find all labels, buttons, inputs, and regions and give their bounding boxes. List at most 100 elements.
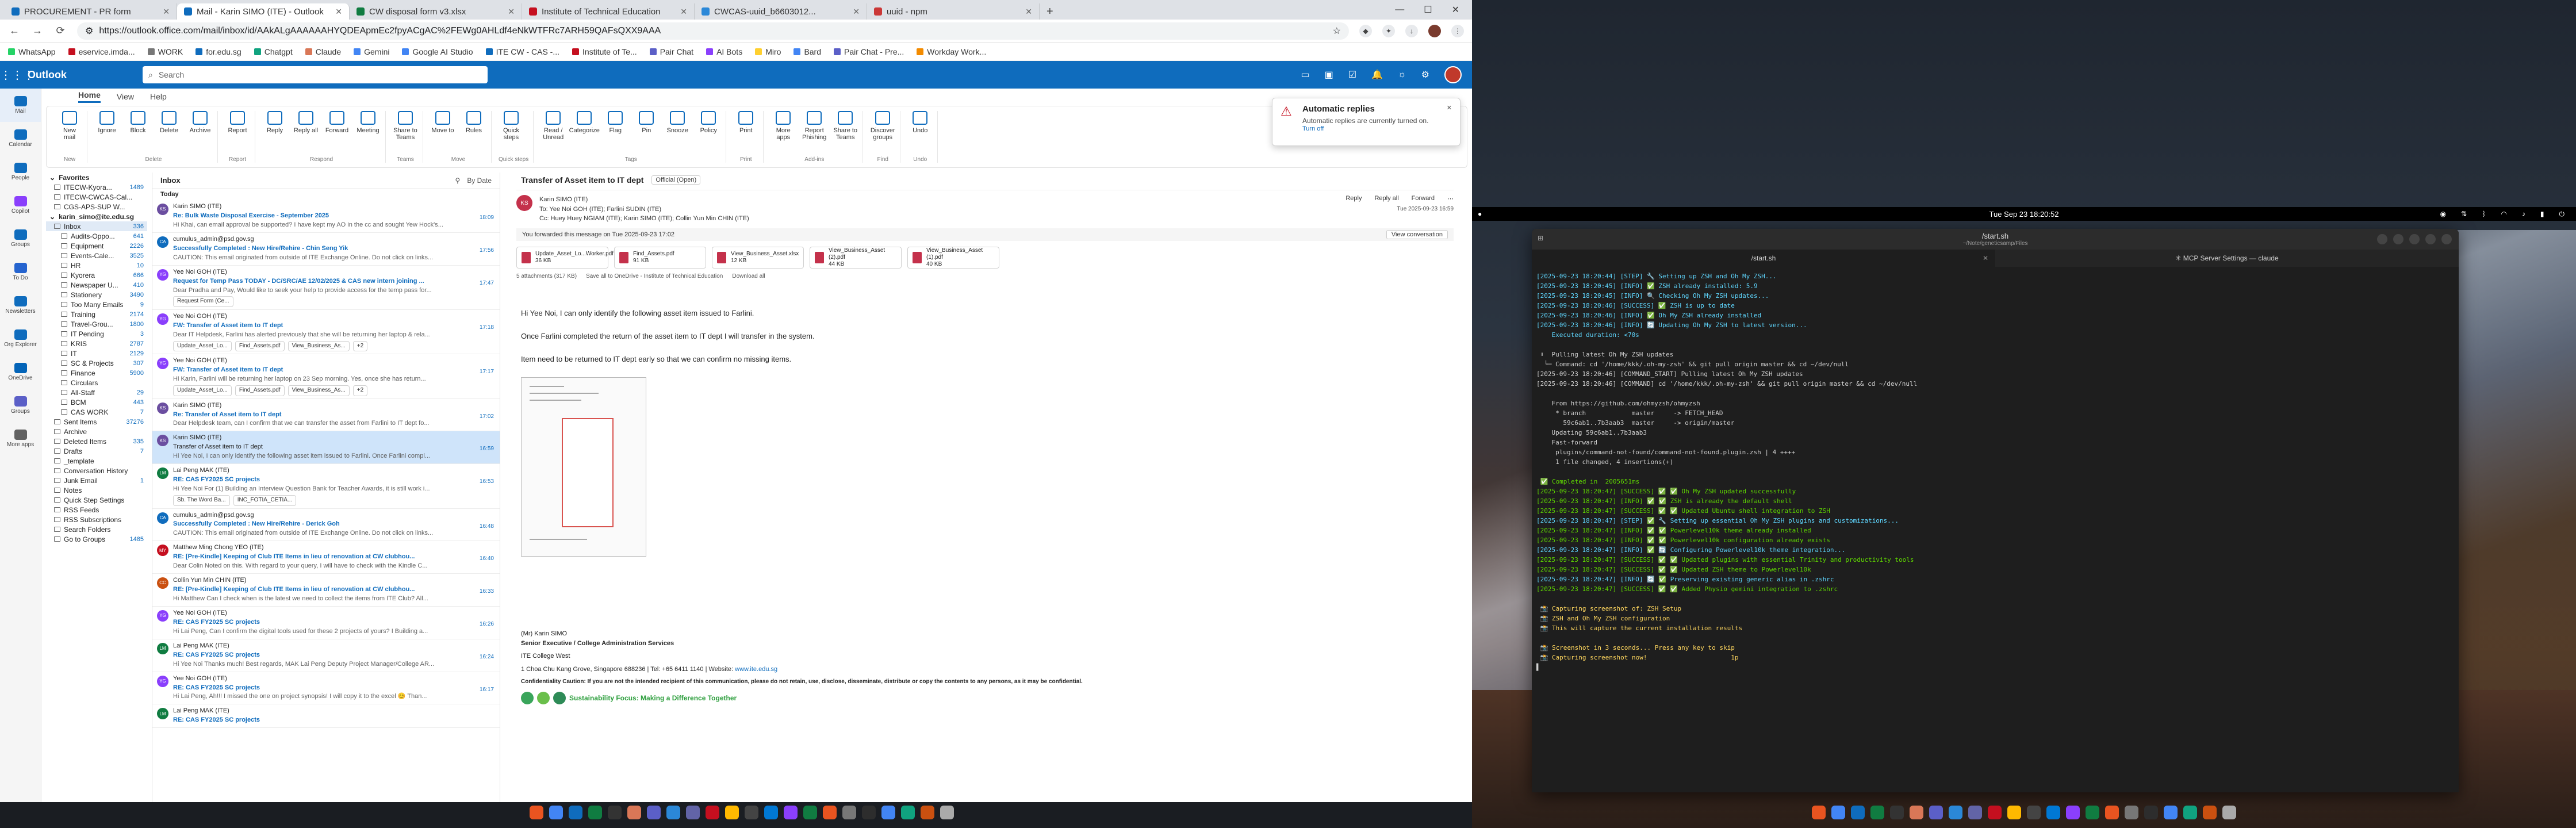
folder-item[interactable]: Search Folders — [46, 524, 147, 534]
attachment-card[interactable]: Find_Assets.pdf 91 KB — [614, 246, 706, 269]
browser-tab[interactable]: PROCUREMENT - PR form ✕ — [5, 3, 177, 20]
attachment-card[interactable]: View_Business_Asset.xlsx 12 KB — [712, 246, 804, 269]
dock-app-icon[interactable] — [940, 806, 954, 819]
bookmark-item[interactable]: Pair Chat - Pre... — [834, 47, 904, 56]
attachment-chip[interactable]: Request Form (Ce... — [173, 296, 233, 307]
dock-app-icon[interactable] — [647, 806, 661, 819]
dock-app-icon[interactable] — [745, 806, 758, 819]
tab-close-icon[interactable]: ✕ — [853, 7, 860, 17]
sender-name[interactable]: Karin SIMO (ITE) — [539, 195, 1339, 205]
folder-item[interactable]: Training 2174 — [46, 309, 147, 319]
terminal-minimize-icon[interactable] — [2409, 234, 2420, 244]
discover-groups-button[interactable]: Discover groups — [870, 111, 895, 141]
folder-item[interactable]: _template — [46, 456, 147, 466]
folder-item[interactable]: Finance 5900 — [46, 368, 147, 378]
tab-close-icon[interactable]: ✕ — [335, 7, 342, 17]
dock-app-icon[interactable] — [706, 806, 719, 819]
terminal-tab[interactable]: /start.sh ✕ — [1532, 250, 1995, 267]
sort-label[interactable]: By Date — [467, 177, 492, 185]
browser-tab[interactable]: CW disposal form v3.xlsx ✕ — [350, 3, 522, 20]
notifications-icon[interactable]: 🔔 — [1371, 69, 1383, 80]
snooze-button[interactable]: Snooze — [665, 111, 690, 141]
bookmark-item[interactable]: Gemini — [354, 47, 389, 56]
volume-icon[interactable]: ♪ — [2522, 210, 2525, 218]
attachment-chip[interactable]: Update_Asset_Lo... — [173, 340, 232, 352]
message-row[interactable]: MY Matthew Ming Chong YEO (ITE) RE: [Pre-K… — [152, 541, 500, 574]
bookmark-item[interactable]: Bard — [793, 47, 821, 56]
browser-tab[interactable]: Mail - Karin SIMO (ITE) - Outlook ✕ — [177, 3, 350, 20]
dock-app-icon[interactable] — [1812, 806, 1826, 819]
site-info-icon[interactable]: ⚙ — [85, 25, 93, 37]
new-tab-icon[interactable]: ⊞ — [1538, 234, 1543, 242]
browser-tab[interactable]: uuid - npm ✕ — [867, 3, 1040, 20]
rail-to-do[interactable]: To Do — [0, 255, 41, 289]
new-tab-icon[interactable]: + — [1040, 3, 1060, 20]
dock-app-icon[interactable] — [862, 806, 876, 819]
minimize-icon[interactable]: — — [1395, 5, 1404, 15]
more-actions-icon[interactable]: ⋯ — [1447, 195, 1454, 202]
share-to-teams-button[interactable]: Share to Teams — [833, 111, 858, 141]
folder-item[interactable]: Sent Items 37276 — [46, 417, 147, 427]
ribbon-tab-help[interactable]: Help — [150, 92, 167, 101]
message-row[interactable]: LM Lai Peng MAK (ITE) RE: CAS FY2025 SC pr… — [152, 464, 500, 509]
folder-item[interactable]: Deleted Items 335 — [46, 436, 147, 446]
dock-app-icon[interactable] — [2222, 806, 2236, 819]
terminal-tab-close-icon[interactable]: ✕ — [1983, 254, 1988, 262]
reply-all-button[interactable]: Reply all — [1374, 195, 1398, 202]
undo-button[interactable]: Undo — [907, 111, 933, 134]
website-link[interactable]: www.ite.edu.sg — [735, 666, 777, 673]
dock-app-icon[interactable] — [666, 806, 680, 819]
clock[interactable]: Tue Sep 23 18:20:52 — [1989, 210, 2059, 218]
rail-newsletters[interactable]: Newsletters — [0, 289, 41, 322]
bookmark-item[interactable]: Claude — [305, 47, 341, 56]
power-icon[interactable]: ⏻ — [2559, 210, 2565, 218]
dock-app-icon[interactable] — [1988, 806, 2002, 819]
new-mail-button[interactable]: New mail — [57, 111, 82, 141]
bookmark-item[interactable]: AI Bots — [706, 47, 742, 56]
attachment-chip[interactable]: +2 — [352, 385, 368, 396]
folder-item[interactable]: HR 10 — [46, 260, 147, 270]
tab-close-icon[interactable]: ✕ — [1025, 7, 1032, 17]
folder-item[interactable]: RSS Feeds — [46, 505, 147, 515]
turn-off-link[interactable]: Turn off — [1302, 125, 1324, 132]
more-apps-button[interactable]: More apps — [770, 111, 796, 141]
attachment-chip[interactable]: +2 — [352, 340, 368, 352]
extensions-puzzle-icon[interactable]: ✦ — [1382, 24, 1395, 37]
folder-item[interactable]: Conversation History — [46, 466, 147, 476]
forward-button[interactable]: Forward — [324, 111, 350, 134]
rail-calendar[interactable]: Calendar — [0, 122, 41, 155]
reply-button[interactable]: Reply — [1346, 195, 1362, 202]
browser-tab[interactable]: CWCAS-uuid_b6603012... ✕ — [695, 3, 867, 20]
url-input[interactable]: ⚙ https://outlook.office.com/mail/inbox/… — [77, 22, 1349, 40]
move-to-button[interactable]: Move to — [430, 111, 455, 134]
attachment-card[interactable]: View_Business_Asset (2).pdf 44 KB — [810, 246, 902, 269]
archive-button[interactable]: Archive — [187, 111, 213, 134]
print-button[interactable]: Print — [733, 111, 758, 134]
dock-app-icon[interactable] — [2086, 806, 2099, 819]
dock-app-icon[interactable] — [2125, 806, 2138, 819]
message-row[interactable]: CC Collin Yun Min CHIN (ITE) RE: [Pre-Kind… — [152, 574, 500, 607]
message-row[interactable]: LM Lai Peng MAK (ITE) RE: CAS FY2025 SC pr… — [152, 704, 500, 729]
filter-icon[interactable]: ⚲ — [455, 177, 461, 185]
message-row[interactable]: CA cumulus_admin@psd.gov.sg Successfully C… — [152, 233, 500, 266]
settings-icon[interactable]: ⚙ — [1421, 69, 1429, 80]
folder-item[interactable]: Travel-Grou... 1800 — [46, 319, 147, 329]
dock-app-icon[interactable] — [2027, 806, 2041, 819]
folder-section-header[interactable]: ⌄ karin_simo@ite.edu.sg — [46, 212, 147, 221]
browser-menu-icon[interactable]: ⋮ — [1451, 24, 1464, 37]
rail-mail[interactable]: Mail — [0, 89, 41, 122]
message-row[interactable]: KS Karin SIMO (ITE) Re: Bulk Waste Disposa… — [152, 200, 500, 233]
rail-copilot[interactable]: Copilot — [0, 189, 41, 222]
rail-more-apps[interactable]: More apps — [0, 422, 41, 455]
folder-item[interactable]: Archive — [46, 427, 147, 436]
folder-item[interactable]: IT 2129 — [46, 348, 147, 358]
rail-groups[interactable]: Groups — [0, 222, 41, 255]
close-icon[interactable]: ✕ — [1447, 104, 1452, 140]
downloads-icon[interactable]: ↓ — [1405, 24, 1418, 37]
rail-onedrive[interactable]: OneDrive — [0, 355, 41, 389]
folder-item[interactable]: Junk Email 1 — [46, 476, 147, 485]
my-day-icon[interactable]: ☑ — [1348, 69, 1356, 80]
folder-item[interactable]: Events-Cale... 3525 — [46, 251, 147, 260]
bookmark-item[interactable]: WhatsApp — [8, 47, 56, 56]
categorize-button[interactable]: Categorize — [569, 111, 600, 141]
